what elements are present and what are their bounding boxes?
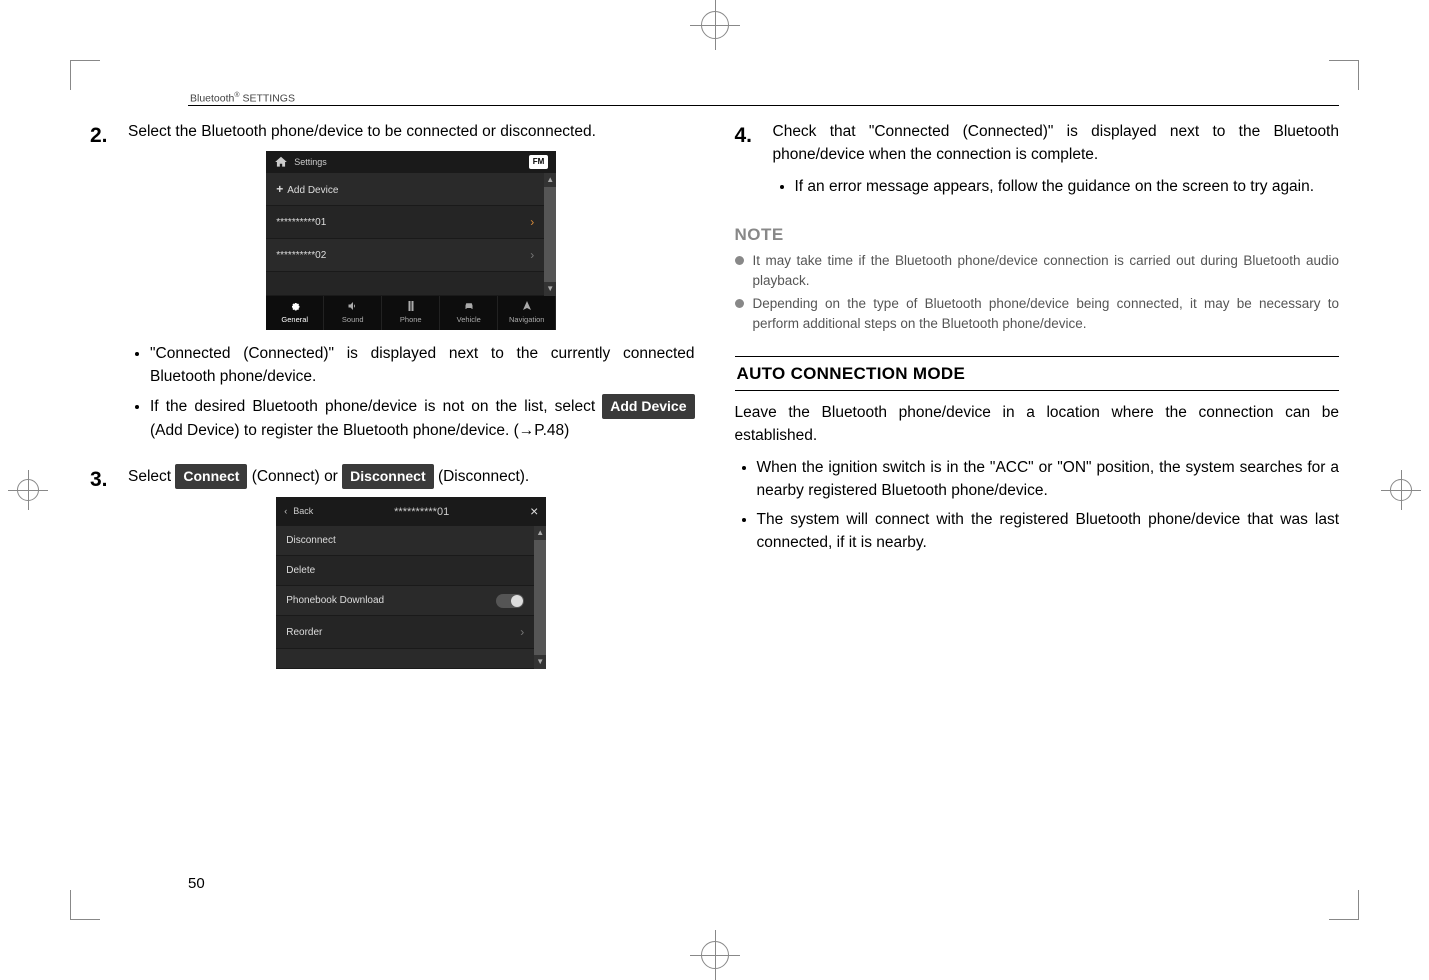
text-fragment: If the desired Bluetooth phone/device is… bbox=[150, 398, 602, 415]
scroll-down-icon: ▼ bbox=[534, 655, 546, 669]
step-text: Select the Bluetooth phone/device to be … bbox=[128, 120, 695, 143]
gear-icon bbox=[288, 300, 302, 312]
bullet-list: When the ignition switch is in the "ACC"… bbox=[735, 456, 1340, 555]
subheading-auto-connection: AUTO CONNECTION MODE bbox=[735, 356, 1340, 392]
ss-label: Add Device bbox=[287, 185, 338, 196]
crop-mark bbox=[1329, 890, 1359, 920]
bullet-item: If the desired Bluetooth phone/device is… bbox=[150, 394, 695, 442]
text-fragment: (Connect) or bbox=[252, 468, 342, 485]
step-number: 2. bbox=[90, 120, 116, 456]
ss-row-device: **********02 › bbox=[266, 239, 544, 272]
registration-mark-top bbox=[690, 0, 740, 50]
chevron-right-icon: › bbox=[530, 246, 534, 264]
crop-mark bbox=[70, 60, 100, 90]
phone-icon bbox=[404, 300, 418, 312]
ss-title: Settings bbox=[294, 156, 327, 170]
ss-tabs: General Sound Phone Vehicle Navigation bbox=[266, 296, 556, 329]
scrollbar-thumb bbox=[534, 540, 546, 655]
registration-mark-right bbox=[1381, 470, 1421, 510]
ss-row-phonebook: Phonebook Download bbox=[276, 586, 534, 616]
ss-label: Phonebook Download bbox=[286, 593, 384, 608]
step-2: 2. Select the Bluetooth phone/device to … bbox=[90, 120, 695, 456]
toggle-switch bbox=[496, 594, 524, 608]
scrollbar-thumb bbox=[544, 187, 556, 282]
page: Bluetooth® SETTINGS 2. Select the Blueto… bbox=[0, 0, 1429, 980]
bullet-item: "Connected (Connected)" is displayed nex… bbox=[150, 342, 695, 389]
pill-add-device: Add Device bbox=[602, 394, 694, 419]
chevron-right-icon: › bbox=[520, 623, 524, 641]
chevron-left-icon: ‹ bbox=[284, 505, 287, 519]
scroll-down-icon: ▼ bbox=[544, 282, 556, 296]
close-icon: × bbox=[530, 501, 538, 522]
ss-row-device: **********01 › bbox=[266, 206, 544, 239]
paragraph: Leave the Bluetooth phone/device in a lo… bbox=[735, 401, 1340, 448]
ss-row-disconnect: Disconnect bbox=[276, 526, 534, 556]
ss-label: **********02 bbox=[276, 248, 326, 263]
right-column: 4. Check that "Connected (Connected)" is… bbox=[735, 120, 1340, 689]
note-heading: NOTE bbox=[735, 222, 1340, 248]
note-list: It may take time if the Bluetooth phone/… bbox=[735, 251, 1340, 333]
ss-tab-general: General bbox=[266, 296, 324, 329]
step-number: 4. bbox=[735, 120, 761, 212]
ss-row-reorder: Reorder › bbox=[276, 616, 534, 649]
screenshot-device-detail: ‹Back **********01 × Disconnect Delete P… bbox=[276, 497, 546, 669]
ss-tab-phone: Phone bbox=[382, 296, 440, 329]
step-3: 3. Select Connect (Connect) or Disconnec… bbox=[90, 464, 695, 681]
note-block: NOTE It may take time if the Bluetooth p… bbox=[735, 222, 1340, 334]
ss-row-delete: Delete bbox=[276, 556, 534, 586]
bullet-item: The system will connect with the registe… bbox=[757, 508, 1340, 555]
ss-label: Reorder bbox=[286, 625, 322, 640]
text-fragment: (Disconnect). bbox=[438, 468, 529, 485]
running-header: Bluetooth® SETTINGS bbox=[188, 92, 1339, 106]
chevron-right-icon: › bbox=[530, 213, 534, 231]
car-icon bbox=[462, 300, 476, 312]
registration-mark-left bbox=[8, 470, 48, 510]
pill-connect: Connect bbox=[175, 464, 247, 489]
ss-topbar: Settings FM bbox=[266, 151, 556, 173]
step-number: 3. bbox=[90, 464, 116, 681]
ss-label: Disconnect bbox=[286, 533, 335, 548]
step-4: 4. Check that "Connected (Connected)" is… bbox=[735, 120, 1340, 212]
ss-label: **********01 bbox=[276, 215, 326, 230]
ss-back: ‹Back bbox=[284, 505, 313, 519]
left-column: 2. Select the Bluetooth phone/device to … bbox=[90, 120, 695, 689]
bullet-list: If an error message appears, follow the … bbox=[773, 175, 1340, 198]
scroll-up-icon: ▲ bbox=[544, 173, 556, 187]
nav-icon bbox=[520, 300, 534, 312]
registration-mark-bottom bbox=[690, 930, 740, 980]
step-body: Select the Bluetooth phone/device to be … bbox=[128, 120, 695, 456]
bullet-item: If an error message appears, follow the … bbox=[795, 175, 1340, 198]
page-number: 50 bbox=[188, 875, 205, 892]
ss-row-empty bbox=[276, 649, 534, 669]
ss-tab-vehicle: Vehicle bbox=[440, 296, 498, 329]
fm-badge: FM bbox=[529, 155, 549, 169]
ss-tab-navigation: Navigation bbox=[498, 296, 556, 329]
text-fragment: (Add Device) to register the Bluetooth p… bbox=[150, 422, 569, 439]
step-text: Check that "Connected (Connected)" is di… bbox=[773, 120, 1340, 167]
step-body: Select Connect (Connect) or Disconnect (… bbox=[128, 464, 695, 681]
bullet-item: When the ignition switch is in the "ACC"… bbox=[757, 456, 1340, 503]
ss-row-empty bbox=[266, 272, 544, 296]
bullet-list: "Connected (Connected)" is displayed nex… bbox=[128, 342, 695, 443]
step-body: Check that "Connected (Connected)" is di… bbox=[773, 120, 1340, 212]
scroll-up-icon: ▲ bbox=[534, 526, 546, 540]
ss-row-add-device: + Add Device bbox=[266, 173, 544, 206]
step-text: Select Connect (Connect) or Disconnect (… bbox=[128, 464, 695, 489]
home-icon bbox=[274, 155, 288, 169]
ss-title: **********01 bbox=[394, 504, 449, 521]
screenshot-settings: Settings FM + Add Device **********01 › **… bbox=[266, 151, 556, 329]
ss-tab-sound: Sound bbox=[324, 296, 382, 329]
note-item: Depending on the type of Bluetooth phone… bbox=[735, 294, 1340, 333]
ss-label: Delete bbox=[286, 563, 315, 578]
note-item: It may take time if the Bluetooth phone/… bbox=[735, 251, 1340, 290]
crop-mark bbox=[70, 890, 100, 920]
crop-mark bbox=[1329, 60, 1359, 90]
pill-disconnect: Disconnect bbox=[342, 464, 433, 489]
ss-topbar: ‹Back **********01 × bbox=[276, 497, 546, 526]
text-fragment: Select bbox=[128, 468, 175, 485]
content-columns: 2. Select the Bluetooth phone/device to … bbox=[90, 120, 1339, 689]
speaker-icon bbox=[346, 300, 360, 312]
plus-icon: + bbox=[276, 182, 283, 196]
